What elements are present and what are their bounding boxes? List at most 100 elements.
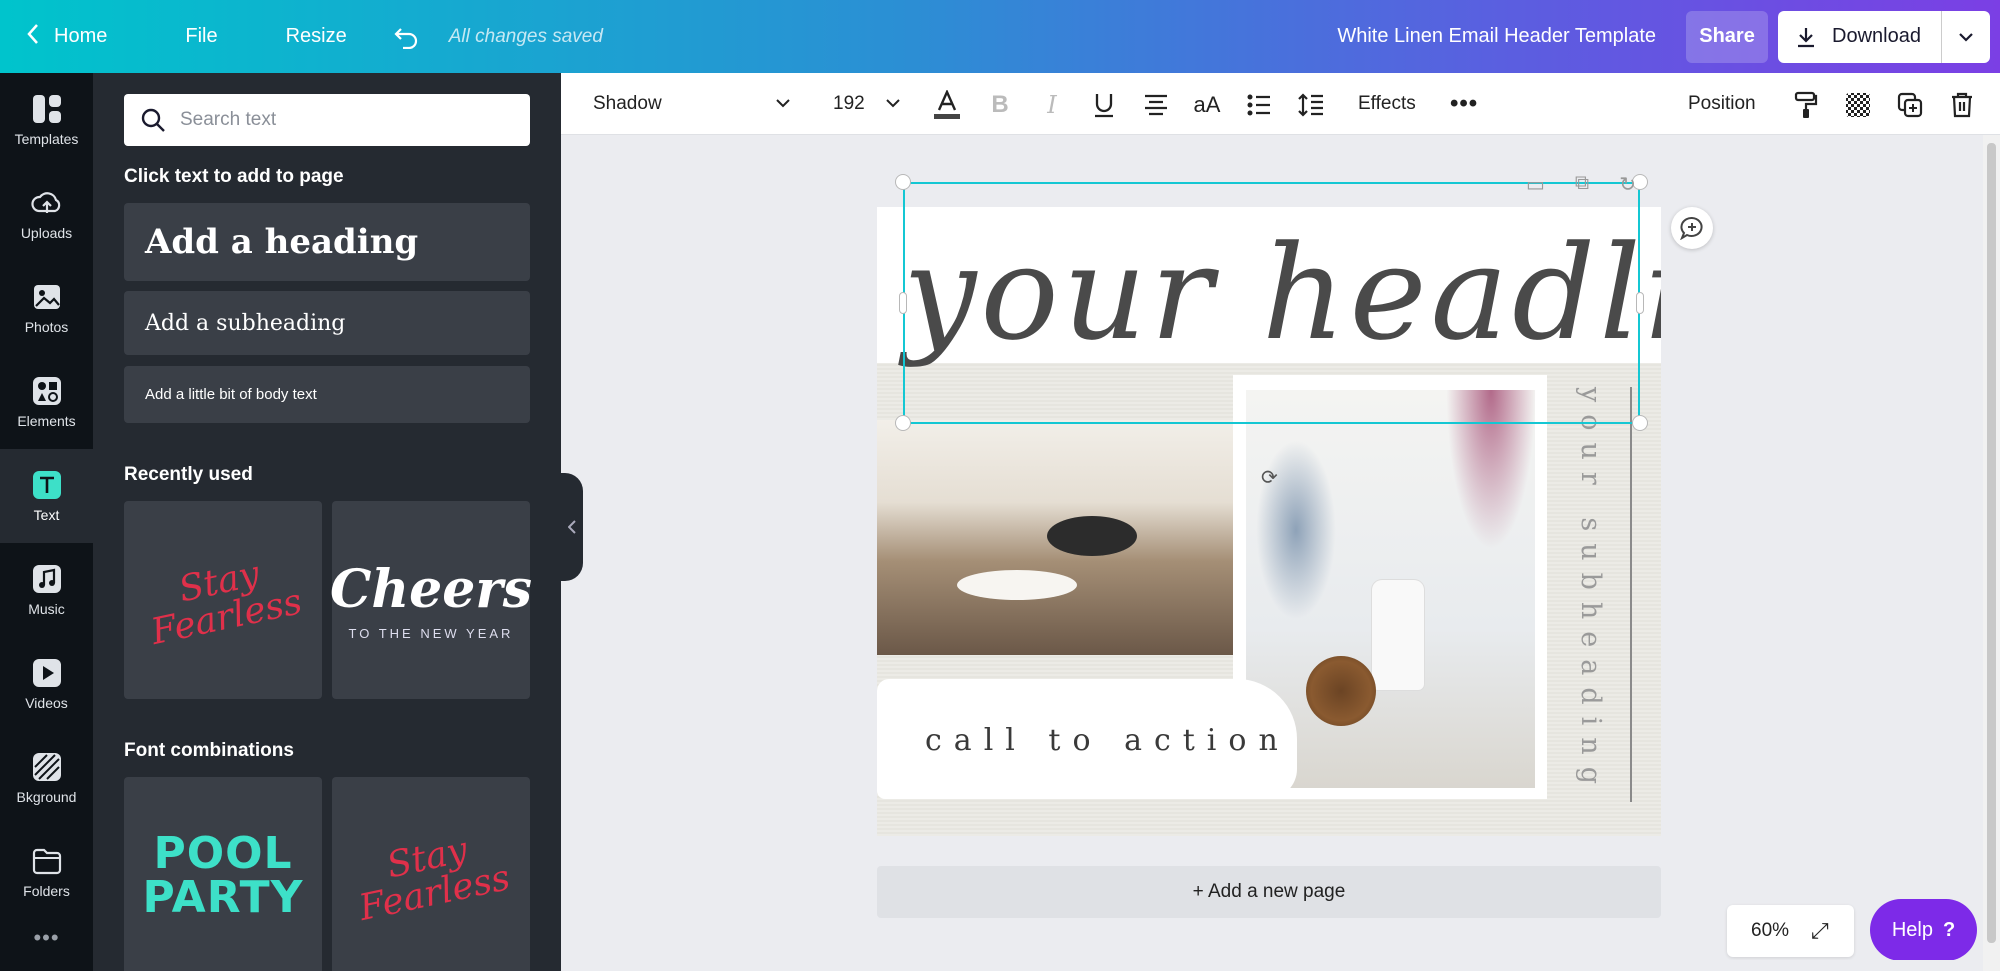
add-subheading-button[interactable]: Add a subheading [124,291,530,355]
design-page[interactable]: ⟳ call to action your subheading your he… [877,207,1661,836]
letter-case-icon[interactable]: aA [1193,91,1221,119]
add-new-page-button[interactable]: + Add a new page [877,866,1661,918]
chevron-down-icon[interactable] [1942,11,1990,63]
copy-icon[interactable]: ⧉ [1575,172,1589,197]
rail-item-videos[interactable]: Videos [0,637,93,731]
table-photo[interactable] [877,420,1234,655]
chevron-left-icon [568,520,576,534]
paint-roller-icon[interactable] [1792,91,1820,119]
rail-item-uploads[interactable]: Uploads [0,167,93,261]
file-menu[interactable]: File [185,0,217,73]
resize-handle-left[interactable] [899,292,907,314]
position-button[interactable]: Position [1688,93,1756,115]
download-button-group: Download [1778,10,1990,63]
rail-item-music[interactable]: Music [0,543,93,637]
scrollbar-thumb[interactable] [1987,143,1996,943]
home-button[interactable]: Home [26,0,107,73]
text-icon [32,471,61,499]
cookies-shape [1306,656,1376,726]
fullscreen-icon[interactable]: ⤢ [1811,918,1829,944]
chevron-left-icon [26,23,40,51]
chevron-down-icon[interactable] [776,95,790,113]
replace-image-icon[interactable]: ⟳ [1261,465,1278,490]
recent-template-stay-fearless[interactable]: Stay Fearless [124,501,322,699]
rail-item-background[interactable]: Bkground [0,731,93,825]
more-apps-button[interactable]: ••• [0,925,93,951]
text-color-icon[interactable] [933,90,961,119]
help-button[interactable]: Help ? [1870,899,1977,961]
save-status: All changes saved [448,25,603,47]
rail-item-text[interactable]: Text [0,449,93,543]
templates-icon [32,95,61,123]
folder-icon [32,848,61,875]
music-icon [32,565,61,593]
rotate-icon[interactable]: ↻ [1619,172,1636,197]
font-family-dropdown[interactable]: Shadow [593,93,662,115]
underline-icon[interactable] [1090,91,1118,119]
transparency-icon[interactable] [1844,91,1872,119]
vertical-divider-line [1630,387,1632,802]
font-size-input[interactable]: 192 [833,93,865,115]
add-heading-button[interactable]: Add a heading [124,203,530,281]
resize-handle-bottom-left[interactable] [895,415,911,431]
template-text: Stay Fearless [355,829,514,930]
rail-label: Folders [23,883,70,899]
search-box [124,94,530,146]
rail-item-elements[interactable]: Elements [0,355,93,449]
document-title[interactable]: White Linen Email Header Template [1337,25,1656,48]
effects-button[interactable]: Effects [1358,93,1416,115]
left-rail: Templates Uploads Photos Elements Text M… [0,73,93,971]
elements-icon [32,377,61,405]
recent-template-cheers[interactable]: Cheers TO THE NEW YEAR [329,501,533,699]
horizontal-scrollbar[interactable] [583,960,1983,971]
undo-icon[interactable] [393,0,419,73]
duplicate-icon[interactable] [1896,91,1924,119]
call-to-action-text[interactable]: call to action [925,723,1290,758]
align-center-icon[interactable] [1142,91,1170,119]
resize-handle-top-left[interactable] [895,174,911,190]
font-combo-stay-fearless[interactable]: Stay Fearless [332,777,530,971]
template-subtext: TO THE NEW YEAR [348,626,514,641]
collapse-panel-button[interactable] [561,473,583,581]
plate-shape [957,570,1077,600]
rail-item-folders[interactable]: Folders [0,825,93,919]
zoom-control[interactable]: 60% ⤢ [1727,905,1854,957]
zoom-level[interactable]: 60% [1751,920,1789,942]
section-title-click-text: Click text to add to page [124,166,344,187]
rail-item-templates[interactable]: Templates [0,73,93,167]
italic-icon[interactable]: I [1038,91,1066,119]
more-options-button[interactable]: ••• [1450,90,1478,118]
home-label: Home [54,25,108,47]
resize-handle-right[interactable] [1636,292,1644,314]
bold-icon[interactable]: B [986,91,1014,119]
vertical-scrollbar[interactable] [1983,135,2000,971]
add-comment-button[interactable] [1671,207,1713,249]
add-body-text-button[interactable]: Add a little bit of body text [124,366,530,423]
photo-icon [33,285,60,309]
top-bar: Home File Resize All changes saved White… [0,0,2000,73]
search-input[interactable] [180,109,480,131]
download-icon [1798,27,1815,47]
rail-label: Videos [25,695,68,711]
flowers-shape [1446,390,1536,550]
text-panel: Click text to add to page Add a heading … [93,73,561,971]
font-combo-pool-party[interactable]: POOL PARTY [124,777,322,971]
rail-item-photos[interactable]: Photos [0,261,93,355]
rail-label: Uploads [20,225,73,241]
subheading-text[interactable]: your subheading [1575,387,1606,796]
resize-button[interactable]: Resize [286,0,347,73]
download-button[interactable]: Download [1778,11,1941,63]
spacing-icon[interactable] [1297,91,1325,119]
headline-text[interactable]: your headline [903,217,1661,369]
milk-bottle-shape [1372,580,1424,690]
download-label: Download [1832,25,1921,47]
note-icon[interactable]: ▭ [1526,172,1545,197]
trash-icon[interactable] [1948,91,1976,119]
resize-handle-bottom-right[interactable] [1632,415,1648,431]
bullet-list-icon[interactable] [1245,91,1273,119]
bowl-shape [1047,516,1137,556]
template-text: Cheers [329,559,533,620]
rail-label: Elements [17,413,76,429]
share-button[interactable]: Share [1686,10,1769,63]
chevron-down-icon[interactable] [886,95,900,113]
